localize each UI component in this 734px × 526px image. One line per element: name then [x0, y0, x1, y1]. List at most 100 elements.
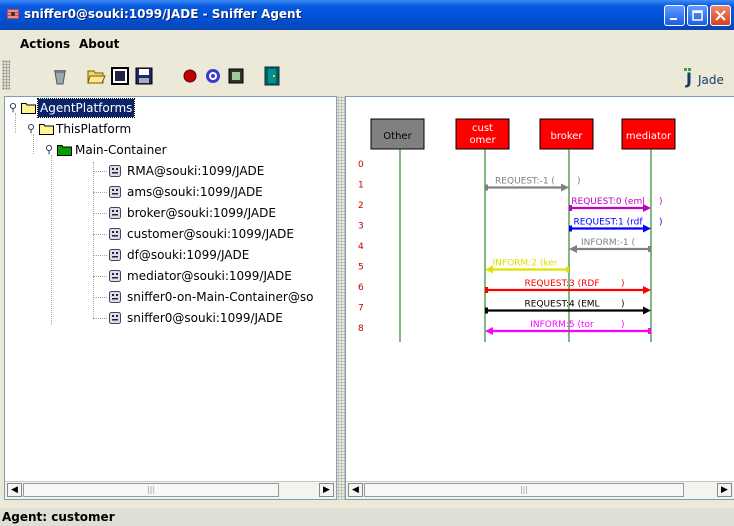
- open-icon[interactable]: [86, 66, 106, 86]
- scroll-thumb[interactable]: |||: [364, 483, 684, 497]
- toolbar-grip[interactable]: [2, 60, 10, 90]
- row-number: 5: [358, 263, 364, 273]
- tree-node-agent[interactable]: ams@souki:1099/JADE: [5, 183, 335, 201]
- scroll-thumb[interactable]: |||: [23, 483, 279, 497]
- maximize-icon: [692, 10, 703, 21]
- clear-canvas-icon[interactable]: [50, 66, 70, 86]
- status-text: Agent: customer: [2, 510, 115, 524]
- status-bar: Agent: customer: [0, 508, 734, 526]
- tree-node-agent[interactable]: RMA@souki:1099/JADE: [5, 162, 335, 180]
- expanded-toggle-icon[interactable]: ⚲: [27, 123, 37, 135]
- menu-bar: Actions About: [0, 30, 734, 56]
- exit-door-icon[interactable]: [262, 66, 282, 86]
- scroll-left-arrow-icon[interactable]: ◀: [7, 483, 22, 497]
- tree-connector-line: [93, 162, 94, 318]
- agent-icon: [109, 165, 121, 177]
- tree-node-agent[interactable]: mediator@souki:1099/JADE: [5, 267, 335, 285]
- tree-node-agent[interactable]: df@souki:1099/JADE: [5, 246, 335, 264]
- lifeline-label: broker: [550, 131, 583, 142]
- message-label-close: ): [621, 279, 625, 289]
- row-number: 6: [358, 283, 364, 293]
- tree-label: ams@souki:1099/JADE: [127, 185, 263, 199]
- message-sequence-diagram: Other customer broker mediator 0 1 2 3 4 5 6 7 8 REQU…: [358, 118, 676, 342]
- folder-icon: [21, 103, 36, 114]
- agent-icon: [109, 207, 121, 219]
- svg-text:J: J: [685, 69, 692, 88]
- row-number: 7: [358, 304, 364, 314]
- tree-label: sniffer0-on-Main-Container@so: [127, 290, 314, 304]
- close-icon: [715, 10, 726, 21]
- message-arrow-tail: [648, 328, 651, 334]
- message-label: REQUEST:-1 (: [495, 177, 555, 187]
- row-number: 0: [358, 160, 364, 170]
- tree-node-thisplatform[interactable]: ⚲ ThisPlatform: [5, 120, 335, 138]
- message-label: REQUEST:4 (EML: [524, 300, 599, 310]
- tree-node-agent[interactable]: customer@souki:1099/JADE: [5, 225, 335, 243]
- tree-label: broker@souki:1099/JADE: [127, 206, 276, 220]
- display-icon[interactable]: [226, 66, 246, 86]
- tree-label: sniffer0@souki:1099/JADE: [127, 311, 283, 325]
- lifeline-label: mediator: [626, 131, 672, 142]
- agent-tree-pane[interactable]: ⚲ AgentPlatforms ⚲ ThisPlatform ⚲ Main-Contai…: [4, 96, 337, 500]
- row-number: 3: [358, 222, 364, 232]
- add-agent-icon[interactable]: [110, 66, 130, 86]
- message-label: REQUEST:3 (RDF: [524, 279, 599, 289]
- message-arrowhead: [643, 306, 651, 315]
- tree-node-agent[interactable]: broker@souki:1099/JADE: [5, 204, 335, 222]
- tree-label: mediator@souki:1099/JADE: [127, 269, 292, 283]
- tree-hscrollbar[interactable]: ◀ ||| ▶: [5, 481, 336, 499]
- lifeline-label: Other: [383, 131, 412, 142]
- filter-icon[interactable]: [203, 66, 223, 86]
- minimize-icon: [670, 18, 677, 20]
- jade-logo: J Jade: [684, 68, 724, 88]
- tree-node-agent[interactable]: sniffer0-on-Main-Container@so: [5, 288, 335, 306]
- message-label: INFORM:5 (tor: [530, 320, 594, 330]
- agent-icon: [109, 312, 121, 324]
- maximize-button[interactable]: [687, 5, 708, 26]
- folder-icon: [39, 124, 54, 135]
- scroll-left-arrow-icon[interactable]: ◀: [348, 483, 363, 497]
- menu-actions[interactable]: Actions: [20, 37, 70, 51]
- message-arrowhead: [561, 183, 569, 192]
- tree-label: customer@souki:1099/JADE: [127, 227, 294, 241]
- row-number: 1: [358, 181, 364, 191]
- message-label-close: ): [659, 197, 663, 207]
- jade-app-icon: [7, 9, 19, 19]
- agent-icon: [109, 228, 121, 240]
- sniffer-canvas-pane[interactable]: Other cust omer broker mediator 0 1 2 3 4 5 6 7 8 REQU…: [345, 96, 734, 500]
- message-arrowhead: [485, 327, 493, 335]
- message-label-close: ): [577, 177, 581, 187]
- expanded-toggle-icon[interactable]: ⚲: [9, 102, 19, 114]
- scroll-right-arrow-icon[interactable]: ▶: [319, 483, 334, 497]
- split-divider[interactable]: [337, 96, 345, 500]
- container-folder-icon: [57, 145, 72, 156]
- menu-about[interactable]: About: [79, 37, 119, 51]
- message-arrow-tail: [569, 225, 572, 232]
- message-arrowhead: [569, 245, 577, 253]
- toolbar: J Jade: [0, 56, 734, 96]
- minimize-button[interactable]: [664, 5, 685, 26]
- tree-node-main-container[interactable]: ⚲ Main-Container: [5, 141, 335, 159]
- tree-label: df@souki:1099/JADE: [127, 248, 250, 262]
- close-button[interactable]: [710, 5, 731, 26]
- tree-node-agentplatforms[interactable]: ⚲ AgentPlatforms: [5, 98, 335, 118]
- message-arrowhead: [643, 224, 651, 233]
- message-arrow-tail: [485, 184, 488, 191]
- record-icon[interactable]: [180, 66, 200, 86]
- window-title: sniffer0@souki:1099/JADE - Sniffer Agent: [24, 7, 302, 21]
- message-arrow-tail: [648, 246, 651, 252]
- lifeline-label: omer: [469, 135, 496, 146]
- message-label: REQUEST:0 (eml: [571, 197, 644, 207]
- message-label-close: ): [659, 218, 663, 228]
- tree-node-agent[interactable]: sniffer0@souki:1099/JADE: [5, 309, 335, 327]
- message-label: INFORM:2 (ker: [493, 259, 558, 269]
- message-arrowhead: [643, 286, 651, 294]
- diagram-hscrollbar[interactable]: ◀ ||| ▶: [346, 481, 734, 499]
- save-icon[interactable]: [134, 66, 154, 86]
- message-label: INFORM:-1 (: [581, 238, 635, 248]
- tree-label: ThisPlatform: [56, 122, 132, 136]
- scroll-right-arrow-icon[interactable]: ▶: [717, 483, 732, 497]
- expanded-toggle-icon[interactable]: ⚲: [45, 144, 55, 156]
- row-number: 2: [358, 201, 364, 211]
- row-number: 8: [358, 324, 364, 334]
